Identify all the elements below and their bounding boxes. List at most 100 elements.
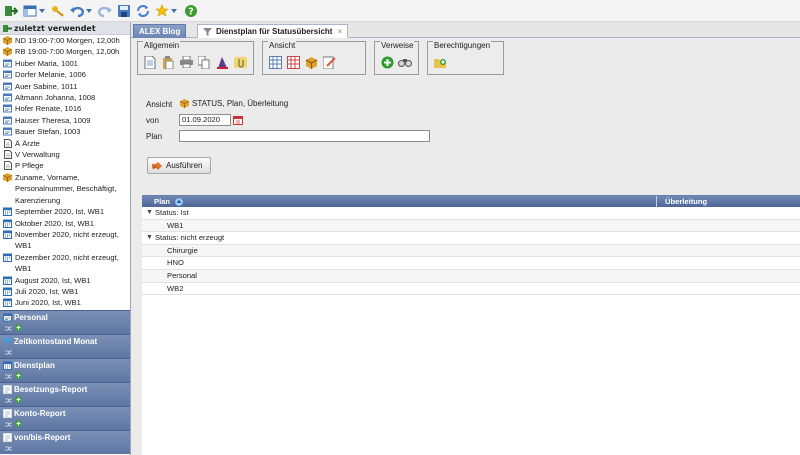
- panel-add-icon[interactable]: [15, 372, 22, 381]
- tab-dienstplan-status[interactable]: Dienstplan für Statusübersicht ×: [197, 24, 349, 38]
- edit-view-icon[interactable]: [322, 55, 336, 69]
- collapse-triangle-icon[interactable]: ▼: [146, 207, 153, 219]
- recent-item[interactable]: September 2020, Ist, WB1: [0, 206, 130, 217]
- table-row[interactable]: WB1: [142, 219, 800, 233]
- plan-cell: HNO: [167, 258, 184, 268]
- new-document-icon[interactable]: [143, 55, 157, 69]
- window-layout-icon[interactable]: [22, 3, 38, 19]
- calendar-picker-icon[interactable]: [233, 115, 243, 127]
- recent-item[interactable]: Dorfer Melanie, 1006: [0, 69, 130, 80]
- cube-view-icon[interactable]: [304, 55, 318, 69]
- panel-shuffle-icon[interactable]: [5, 324, 12, 333]
- recent-item[interactable]: V Verwaltung: [0, 149, 130, 160]
- sort-ascending-icon[interactable]: [175, 197, 183, 206]
- panel-shuffle-icon[interactable]: [5, 372, 12, 381]
- column-header-ueberleitung[interactable]: Überleitung: [656, 196, 707, 207]
- panel-title[interactable]: Zeitkontostand Monat: [3, 337, 97, 346]
- panel-shuffle-icon[interactable]: [5, 396, 12, 405]
- calendar-icon: [3, 207, 12, 217]
- svg-text:?: ?: [188, 7, 194, 18]
- panel-add-icon[interactable]: [15, 396, 22, 405]
- tab-alex-blog[interactable]: ALEX Blog: [133, 24, 187, 38]
- recent-item[interactable]: Juli 2020, Ist, WB1: [0, 286, 130, 297]
- recent-item[interactable]: Oktober 2020, Ist, WB1: [0, 218, 130, 229]
- table-row[interactable]: Personal: [142, 269, 800, 283]
- sidebar-panel[interactable]: Dienstplan: [0, 358, 130, 382]
- sidebar-panel[interactable]: Besetzungs-Report: [0, 382, 130, 406]
- attachment-icon[interactable]: [233, 55, 247, 69]
- recent-item[interactable]: Dezember 2020, nicht erzeugt, WB1: [0, 252, 130, 275]
- redo-icon[interactable]: [97, 3, 113, 19]
- recent-item[interactable]: ND 19:00-7:00 Morgen, 12,00h: [0, 35, 130, 46]
- panel-title[interactable]: Dienstplan: [3, 361, 55, 370]
- group-toggle[interactable]: ▼ Status: Ist: [146, 207, 189, 219]
- group-toggle[interactable]: ▼ Status: nicht erzeugt: [146, 232, 224, 244]
- sidebar: zuletzt verwendet ND 19:00-7:00 Morgen, …: [0, 22, 131, 455]
- panel-add-icon[interactable]: [15, 420, 22, 429]
- run-button-label: Ausführen: [166, 161, 203, 170]
- dropdown-arrow-icon[interactable]: [39, 7, 45, 13]
- recent-item[interactable]: Hauser Theresa, 1009: [0, 115, 130, 126]
- undo-icon[interactable]: [69, 3, 85, 19]
- table-group-row[interactable]: ▼ Status: nicht erzeugt: [142, 232, 800, 245]
- logout-icon[interactable]: [3, 3, 19, 19]
- key-icon[interactable]: [50, 3, 66, 19]
- panel-title[interactable]: Besetzungs-Report: [3, 385, 87, 394]
- help-icon[interactable]: ?: [183, 3, 199, 19]
- von-label: von: [146, 116, 159, 125]
- recent-header-label: zuletzt verwendet: [14, 23, 96, 33]
- sidebar-panel[interactable]: Personal: [0, 310, 130, 334]
- panel-title[interactable]: von/bis-Report: [3, 433, 70, 442]
- recent-item[interactable]: Altmann Johanna, 1008: [0, 92, 130, 103]
- plan-field[interactable]: [179, 130, 430, 142]
- save-icon[interactable]: [116, 3, 132, 19]
- recent-item-label: Auer Sabine, 1011: [15, 81, 78, 91]
- close-tab-icon[interactable]: ×: [337, 27, 342, 36]
- panel-add-icon[interactable]: [15, 324, 22, 333]
- panel-shuffle-icon[interactable]: [5, 420, 12, 429]
- recent-item[interactable]: August 2020, Ist, WB1: [0, 275, 130, 286]
- hat-icon[interactable]: [215, 55, 229, 69]
- sidebar-panel[interactable]: Zeitkontostand Monat: [0, 334, 130, 358]
- refresh-icon[interactable]: [135, 3, 151, 19]
- table-row[interactable]: HNO: [142, 257, 800, 270]
- collapse-triangle-icon[interactable]: ▼: [146, 232, 153, 244]
- run-button[interactable]: Ausführen: [147, 157, 211, 174]
- paste-icon[interactable]: [161, 55, 175, 69]
- recent-item[interactable]: November 2020, nicht erzeugt, WB1: [0, 229, 130, 252]
- recent-item[interactable]: Zuname, Vorname, Personalnummer, Beschäf…: [0, 172, 130, 206]
- add-reference-icon[interactable]: [380, 55, 394, 69]
- permission-add-icon[interactable]: [433, 55, 447, 69]
- star-icon[interactable]: [154, 3, 170, 19]
- table-group-row[interactable]: ▼ Status: Ist: [142, 207, 800, 220]
- recent-item[interactable]: Hofer Renate, 1016: [0, 103, 130, 114]
- panel-title[interactable]: Konto-Report: [3, 409, 66, 418]
- dropdown-arrow-icon[interactable]: [171, 7, 177, 13]
- panel-shuffle-icon[interactable]: [5, 444, 12, 453]
- sidebar-panel[interactable]: von/bis-Report: [0, 430, 130, 454]
- date-from-field[interactable]: 01.09.2020: [179, 114, 231, 126]
- panel-shuffle-icon[interactable]: [5, 348, 12, 357]
- recent-item[interactable]: Auer Sabine, 1011: [0, 81, 130, 92]
- sidebar-panel[interactable]: Konto-Report: [0, 406, 130, 430]
- column-header-plan[interactable]: Plan: [154, 197, 183, 206]
- dropdown-arrow-icon[interactable]: [86, 7, 92, 13]
- recent-item[interactable]: P Pflege: [0, 160, 130, 171]
- recent-item[interactable]: Ä Ärzte: [0, 138, 130, 149]
- recent-item-label: Oktober 2020, Ist, WB1: [15, 218, 94, 228]
- table-row[interactable]: Chirurgie: [142, 244, 800, 258]
- recent-list: ND 19:00-7:00 Morgen, 12,00h RB 19:00-7:0…: [0, 35, 130, 310]
- table-view-icon[interactable]: [268, 55, 282, 69]
- panel-title[interactable]: Personal: [3, 313, 48, 322]
- group-label: Verweise: [380, 41, 415, 50]
- recent-item[interactable]: Bauer Stefan, 1003: [0, 126, 130, 137]
- recent-item[interactable]: Juni 2020, Ist, WB1: [0, 297, 130, 308]
- recent-item[interactable]: RB 19:00-7:00 Morgen, 12,00h: [0, 46, 130, 57]
- grid-view-icon[interactable]: [286, 55, 300, 69]
- copy-icon[interactable]: [197, 55, 211, 69]
- table-row[interactable]: WB2: [142, 283, 800, 296]
- recent-item[interactable]: Huber Maria, 1001: [0, 58, 130, 69]
- print-icon[interactable]: [179, 55, 193, 69]
- person-card-icon: [3, 59, 12, 68]
- binoculars-icon[interactable]: [398, 55, 412, 69]
